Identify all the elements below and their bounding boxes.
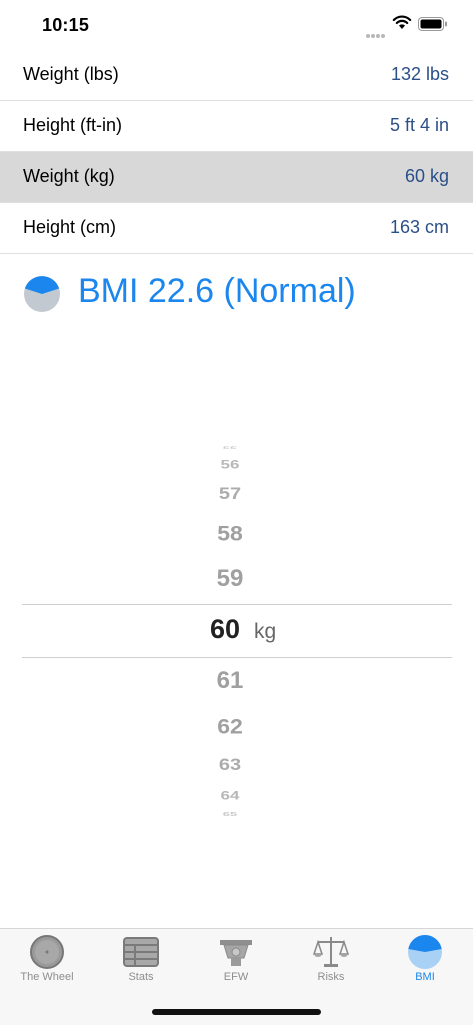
bmi-result: BMI 22.6 (Normal) — [23, 270, 463, 320]
status-bar: 10:15 — [0, 0, 473, 50]
picker-option[interactable]: 65 — [208, 811, 252, 816]
picker-option[interactable]: 63 — [208, 756, 252, 776]
bmi-pie-icon — [408, 935, 442, 969]
row-value: 60 kg — [404, 166, 449, 186]
row-height-cm[interactable]: Height (cm) 163 cm — [0, 203, 473, 254]
picker-option[interactable]: 64 — [208, 789, 252, 803]
bmi-value-text: BMI 22.6 (Normal) — [78, 272, 356, 310]
picker-selection-bottom-divider — [22, 657, 452, 658]
wifi-icon — [392, 15, 412, 29]
tab-label: The Wheel — [20, 971, 74, 983]
row-label: Height (cm) — [23, 217, 117, 237]
row-value: 163 cm — [389, 217, 449, 237]
tab-efw[interactable]: EFW — [189, 929, 283, 989]
tab-stats[interactable]: Stats — [94, 929, 188, 989]
picker-option[interactable]: 62 — [208, 714, 252, 739]
picker-unit-label: kg — [254, 620, 277, 643]
picker-selection-top-divider — [22, 604, 452, 605]
measurement-list: Weight (lbs) 132 lbs Height (ft-in) 5 ft… — [0, 50, 473, 254]
tab-label: Risks — [317, 971, 345, 983]
row-weight-kg[interactable]: Weight (kg) 60 kg — [0, 152, 473, 203]
tab-label: Stats — [128, 971, 154, 983]
stats-icon — [123, 937, 159, 967]
picker-option[interactable]: 58 — [208, 521, 252, 546]
balance-icon — [313, 937, 349, 967]
picker-option[interactable]: 59 — [208, 565, 252, 593]
row-label: Weight (kg) — [23, 166, 115, 186]
row-height-ft-in[interactable]: Height (ft-in) 5 ft 4 in — [0, 101, 473, 152]
tab-the-wheel[interactable]: The Wheel — [0, 929, 94, 989]
scale-icon — [220, 940, 252, 966]
home-indicator[interactable] — [152, 1009, 321, 1015]
picker-option[interactable]: 57 — [208, 485, 252, 505]
tab-risks[interactable]: Risks — [284, 929, 378, 989]
row-label: Weight (lbs) — [23, 64, 119, 84]
weight-picker-wheel[interactable]: 55 56 57 58 59 60 kg 61 62 63 64 65 — [0, 430, 473, 830]
row-weight-lbs[interactable]: Weight (lbs) 132 lbs — [0, 50, 473, 101]
picker-selected-value[interactable]: 60 — [210, 614, 240, 645]
tab-label: BMI — [415, 971, 435, 983]
cellular-signal-icon — [366, 27, 386, 45]
row-label: Height (ft-in) — [23, 115, 123, 135]
wheel-icon — [30, 935, 64, 969]
battery-icon — [418, 17, 447, 31]
picker-option[interactable]: 56 — [208, 458, 252, 472]
tab-bmi[interactable]: BMI — [378, 929, 472, 989]
bmi-pie-icon — [24, 276, 60, 312]
picker-option[interactable]: 55 — [208, 443, 252, 449]
picker-option[interactable]: 61 — [208, 667, 252, 695]
status-time: 10:15 — [42, 15, 90, 35]
row-value: 5 ft 4 in — [389, 115, 449, 135]
tab-label: EFW — [223, 971, 249, 983]
row-value: 132 lbs — [390, 64, 449, 84]
